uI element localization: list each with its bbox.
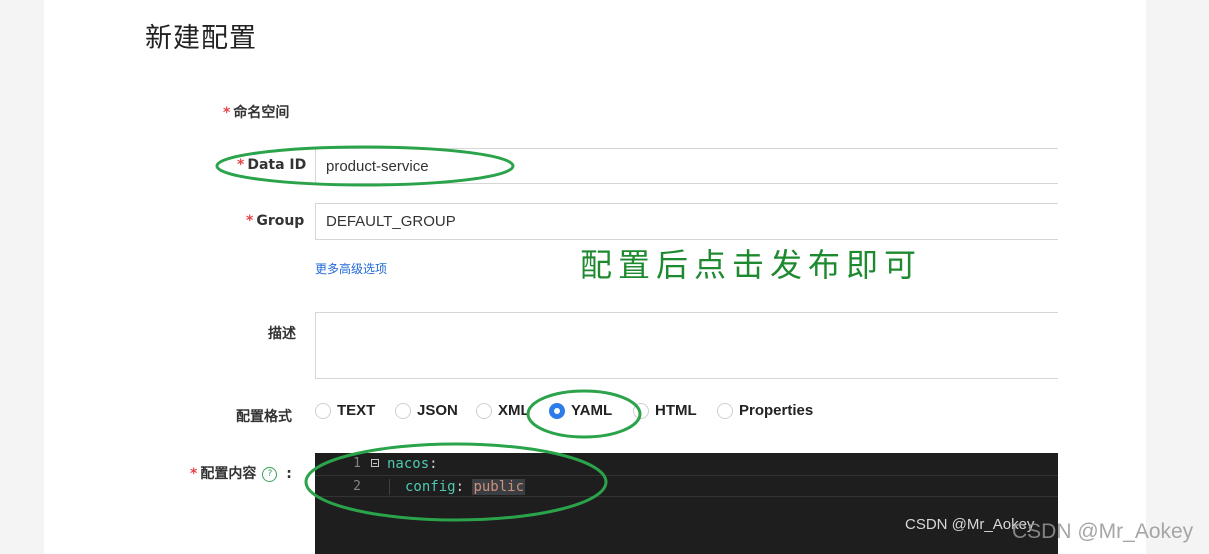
radio-selected-icon (549, 402, 565, 419)
code-line: 1 nacos: (315, 453, 1058, 475)
data-id-label: * Data ID (237, 157, 306, 173)
content-label-text: 配置内容 (200, 466, 257, 482)
data-id-input[interactable]: product-service (315, 148, 1058, 184)
page-title: 新建配置 (145, 23, 257, 54)
namespace-label-text: 命名空间 (233, 105, 290, 121)
format-option-label: JSON (417, 402, 458, 419)
required-mark: * (237, 157, 245, 173)
namespace-label: * 命名空间 (223, 102, 289, 122)
annotation-text: 配置后点击发布即可 (580, 246, 923, 284)
radio-circle-icon (717, 402, 733, 419)
required-mark: * (246, 213, 254, 229)
format-label: 配置格式 (236, 409, 292, 425)
format-option-label: TEXT (337, 402, 376, 419)
group-label: * Group (246, 213, 304, 229)
required-mark: * (223, 105, 231, 121)
format-option-html[interactable]: HTML (633, 402, 697, 419)
data-id-value: product-service (326, 157, 429, 175)
radio-circle-icon (395, 402, 411, 419)
format-option-properties[interactable]: Properties (717, 402, 813, 419)
group-input[interactable]: DEFAULT_GROUP (315, 203, 1058, 240)
format-option-yaml[interactable]: YAML (549, 402, 612, 419)
data-id-label-text: Data ID (247, 157, 307, 173)
indent-guide (389, 479, 390, 495)
format-option-json[interactable]: JSON (395, 402, 458, 419)
page-watermark: CSDN @Mr_Aokey (1012, 520, 1194, 543)
fold-toggle-icon[interactable] (371, 459, 379, 467)
description-textarea[interactable] (315, 312, 1058, 379)
format-option-label: HTML (655, 402, 697, 419)
description-label: 描述 (268, 326, 296, 342)
format-option-label: XML (498, 402, 530, 419)
line-number: 1 (353, 456, 361, 471)
yaml-colon: : (429, 456, 438, 472)
format-option-text[interactable]: TEXT (315, 402, 375, 419)
advanced-options-link[interactable]: 更多高级选项 (315, 260, 387, 277)
yaml-key: config (405, 479, 456, 495)
question-circle-icon[interactable]: ? (262, 466, 278, 482)
yaml-colon: : (455, 479, 473, 495)
content-label-colon: : (286, 466, 292, 482)
yaml-value: public (472, 479, 526, 495)
content-label: * 配置内容? : (190, 463, 292, 483)
code-line: 2 config: public (315, 475, 1058, 497)
line-number: 2 (353, 479, 361, 494)
format-option-label: YAML (571, 402, 613, 419)
radio-circle-icon (633, 402, 649, 419)
group-value: DEFAULT_GROUP (326, 213, 456, 230)
radio-circle-icon (315, 402, 331, 419)
group-label-text: Group (256, 213, 305, 229)
code-editor[interactable]: 1 nacos: 2 config: public (315, 453, 1058, 554)
required-mark: * (190, 466, 198, 482)
format-option-xml[interactable]: XML (476, 402, 530, 419)
radio-circle-icon (476, 402, 492, 419)
format-option-label: Properties (739, 402, 814, 419)
yaml-key: nacos (387, 456, 430, 472)
